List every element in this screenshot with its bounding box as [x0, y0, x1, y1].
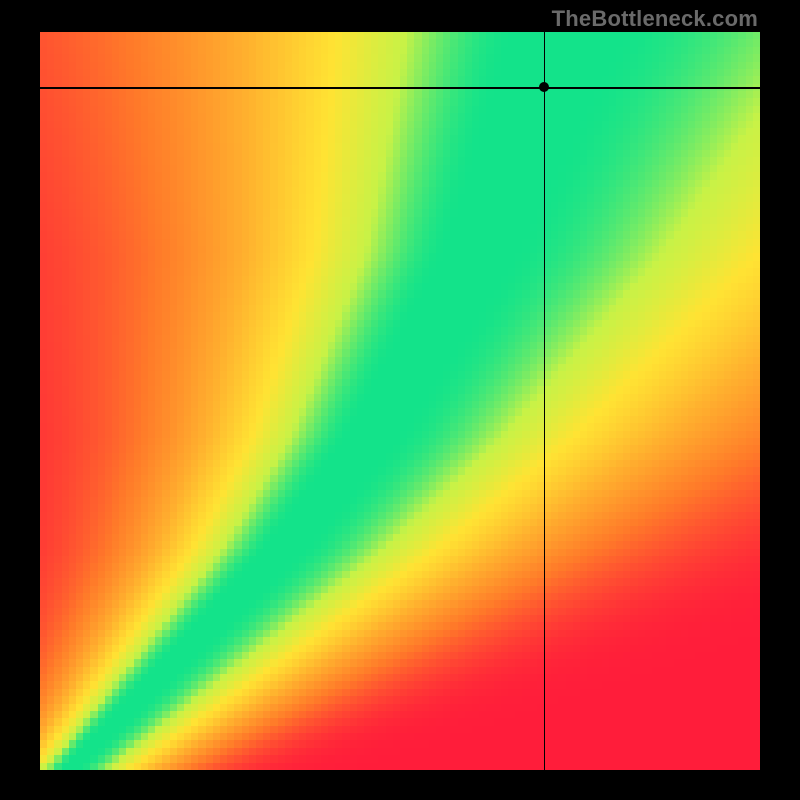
- attribution-watermark: TheBottleneck.com: [552, 6, 758, 32]
- crosshair-horizontal-right-extension: [760, 87, 800, 88]
- crosshair-vertical-top-extension: [544, 0, 545, 32]
- heatmap-plot: [40, 32, 760, 770]
- chart-frame: TheBottleneck.com: [0, 0, 800, 800]
